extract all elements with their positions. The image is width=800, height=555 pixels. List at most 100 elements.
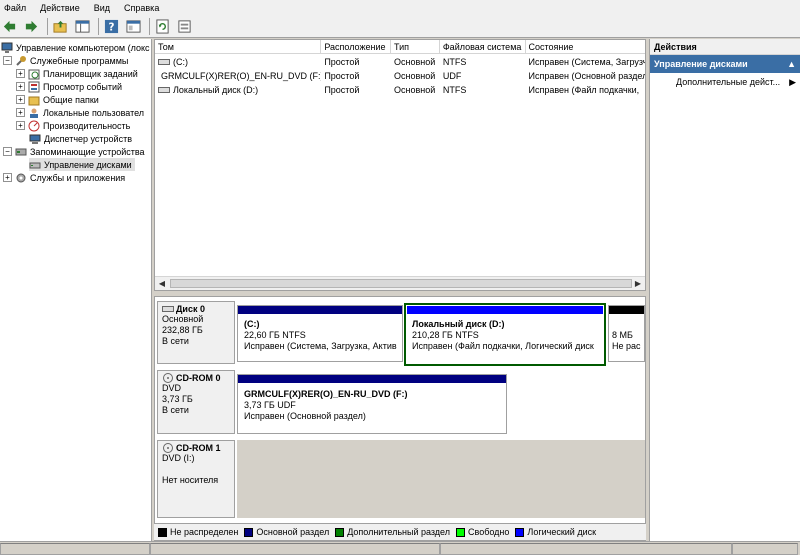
- volume-layout: Простой: [324, 85, 360, 95]
- action-more-actions[interactable]: Дополнительные дейст... ▶: [650, 73, 800, 91]
- column-header-layout[interactable]: Расположение: [321, 40, 392, 54]
- volume-filesystem: NTFS: [442, 85, 467, 95]
- legend-label: Основной раздел: [256, 527, 330, 537]
- collapse-arrow-icon[interactable]: ▲: [787, 55, 796, 73]
- partition-status: Исправен (Файл подкачки, Логический диск: [412, 341, 594, 351]
- menu-action[interactable]: Действие: [36, 3, 84, 13]
- disk-name: CD-ROM 0: [176, 373, 221, 383]
- scroll-left-icon[interactable]: ◀: [155, 277, 169, 290]
- tree-item-local-users[interactable]: + Локальные пользовател: [16, 106, 144, 119]
- tree-item-label: Служебные программы: [30, 55, 129, 66]
- tree-item-computer-management[interactable]: Управление компьютером (локс: [1, 41, 150, 54]
- cdrom-0-info[interactable]: CD-ROM 0 DVD 3,73 ГБ В сети: [157, 370, 235, 434]
- expand-toggle[interactable]: +: [3, 173, 12, 182]
- tree-item-label: Управление дисками: [44, 159, 132, 170]
- tree-item-services-apps[interactable]: + Службы и приложения: [3, 171, 125, 184]
- tree-item-label: Запоминающие устройства: [30, 146, 145, 157]
- back-arrow-icon: [3, 20, 16, 32]
- column-header-type[interactable]: Тип: [391, 40, 440, 54]
- console-tree: Управление компьютером (локс − Служебные…: [0, 39, 152, 541]
- tree-item-performance[interactable]: + Производительность: [16, 119, 130, 132]
- performance-icon: [28, 120, 40, 131]
- disk-type: Основной: [162, 314, 204, 324]
- tree-item-storage[interactable]: − Запоминающие устройства: [3, 145, 145, 158]
- shared-folders-icon: [28, 96, 40, 105]
- tree-item-event-viewer[interactable]: + Просмотр событий: [16, 80, 122, 93]
- expand-toggle[interactable]: +: [16, 108, 25, 117]
- expand-toggle[interactable]: +: [16, 121, 25, 130]
- actions-section-disk-management[interactable]: Управление дисками ▲: [650, 55, 800, 73]
- partition-title: Локальный диск (D:): [412, 319, 505, 329]
- scrollbar-thumb[interactable]: [170, 279, 632, 288]
- horizontal-scrollbar[interactable]: ◀ ▶: [155, 276, 645, 290]
- collapse-toggle[interactable]: −: [3, 56, 12, 65]
- cdrom-icon: [163, 443, 173, 453]
- legend-item: Дополнительный раздел: [335, 527, 450, 537]
- table-row[interactable]: GRMCULF(X)RER(O)_EN-RU_DVD (F:) Простой …: [155, 69, 645, 83]
- column-header-filesystem[interactable]: Файловая система: [440, 40, 526, 54]
- partition-c[interactable]: (C:) 22,60 ГБ NTFS Исправен (Система, За…: [237, 305, 403, 362]
- disk-size: [162, 464, 230, 475]
- volume-name: GRMCULF(X)RER(O)_EN-RU_DVD (F:): [161, 71, 322, 81]
- partition-f[interactable]: GRMCULF(X)RER(O)_EN-RU_DVD (F:) 3,73 ГБ …: [237, 374, 507, 434]
- drive-icon: [158, 87, 170, 93]
- drive-icon: [158, 59, 170, 65]
- tree-item-label: Управление компьютером (локс: [16, 42, 150, 53]
- disk-0-info[interactable]: Диск 0 Основной 232,88 ГБ В сети: [157, 301, 235, 364]
- expand-toggle[interactable]: +: [16, 69, 25, 78]
- up-button[interactable]: [51, 17, 70, 36]
- export-icon: [178, 19, 191, 33]
- status-panel: [0, 543, 150, 555]
- volume-type: Основной: [394, 85, 436, 95]
- volume-layout: Простой: [324, 71, 360, 81]
- volume-layout: Простой: [324, 57, 360, 67]
- menu-file[interactable]: Файл: [0, 3, 30, 13]
- tree-item-shared-folders[interactable]: + Общие папки: [16, 93, 99, 106]
- partition-status: Исправен (Основной раздел): [244, 411, 366, 421]
- properties-button[interactable]: [124, 17, 143, 36]
- cdrom-1-info[interactable]: CD-ROM 1 DVD (I:) Нет носителя: [157, 440, 235, 518]
- legend-item: Свободно: [456, 527, 509, 537]
- expand-toggle[interactable]: +: [16, 82, 25, 91]
- tree-item-system-tools[interactable]: − Служебные программы: [3, 54, 128, 67]
- tree-item-task-scheduler[interactable]: + Планировщик заданий: [16, 67, 138, 80]
- back-button[interactable]: [0, 17, 19, 36]
- disk-management-icon: [29, 162, 41, 168]
- disk-name: Диск 0: [176, 304, 205, 314]
- volume-type: Основной: [394, 57, 436, 67]
- legend-item: Не распределен: [158, 527, 238, 537]
- partition-color-bar: [407, 306, 603, 314]
- menu-help[interactable]: Справка: [120, 3, 163, 13]
- tree-item-label: Локальные пользовател: [43, 107, 145, 118]
- computer-management-icon: [1, 42, 13, 53]
- collapse-toggle[interactable]: −: [3, 147, 12, 156]
- refresh-button[interactable]: [153, 17, 172, 36]
- svg-text:?: ?: [109, 21, 115, 33]
- menu-view[interactable]: Вид: [90, 3, 114, 13]
- task-scheduler-icon: [28, 69, 40, 79]
- partition-color-bar: [238, 375, 506, 383]
- show-hide-tree-button[interactable]: [73, 17, 92, 36]
- table-row[interactable]: (C:) Простой Основной NTFS Исправен (Сис…: [155, 55, 645, 69]
- legend-swatch: [335, 527, 345, 537]
- column-header-status[interactable]: Состояние: [526, 40, 646, 54]
- help-button[interactable]: ?: [102, 17, 121, 36]
- column-header-volume[interactable]: Том: [155, 40, 322, 54]
- tree-item-device-manager[interactable]: Диспетчер устройств: [29, 132, 132, 145]
- show-hide-tree-icon: [75, 19, 90, 33]
- volume-status: Исправен (Основной раздел: [528, 71, 646, 81]
- table-row[interactable]: Локальный диск (D:) Простой Основной NTF…: [155, 83, 645, 97]
- toolbar: ?: [0, 15, 800, 38]
- forward-button[interactable]: [22, 17, 41, 36]
- expand-toggle[interactable]: +: [16, 95, 25, 104]
- tree-item-disk-management[interactable]: Управление дисками: [29, 158, 135, 171]
- device-manager-icon: [29, 134, 41, 144]
- disk-state: В сети: [162, 405, 189, 415]
- partition-unallocated[interactable]: 8 МБ Не рас: [608, 305, 645, 362]
- export-button[interactable]: [175, 17, 194, 36]
- partition-d[interactable]: Локальный диск (D:) 210,28 ГБ NTFS Испра…: [404, 303, 606, 366]
- scroll-right-icon[interactable]: ▶: [631, 277, 645, 290]
- no-media-area: [237, 440, 645, 518]
- legend-label: Логический диск: [527, 527, 597, 537]
- tree-item-label: Планировщик заданий: [43, 68, 138, 79]
